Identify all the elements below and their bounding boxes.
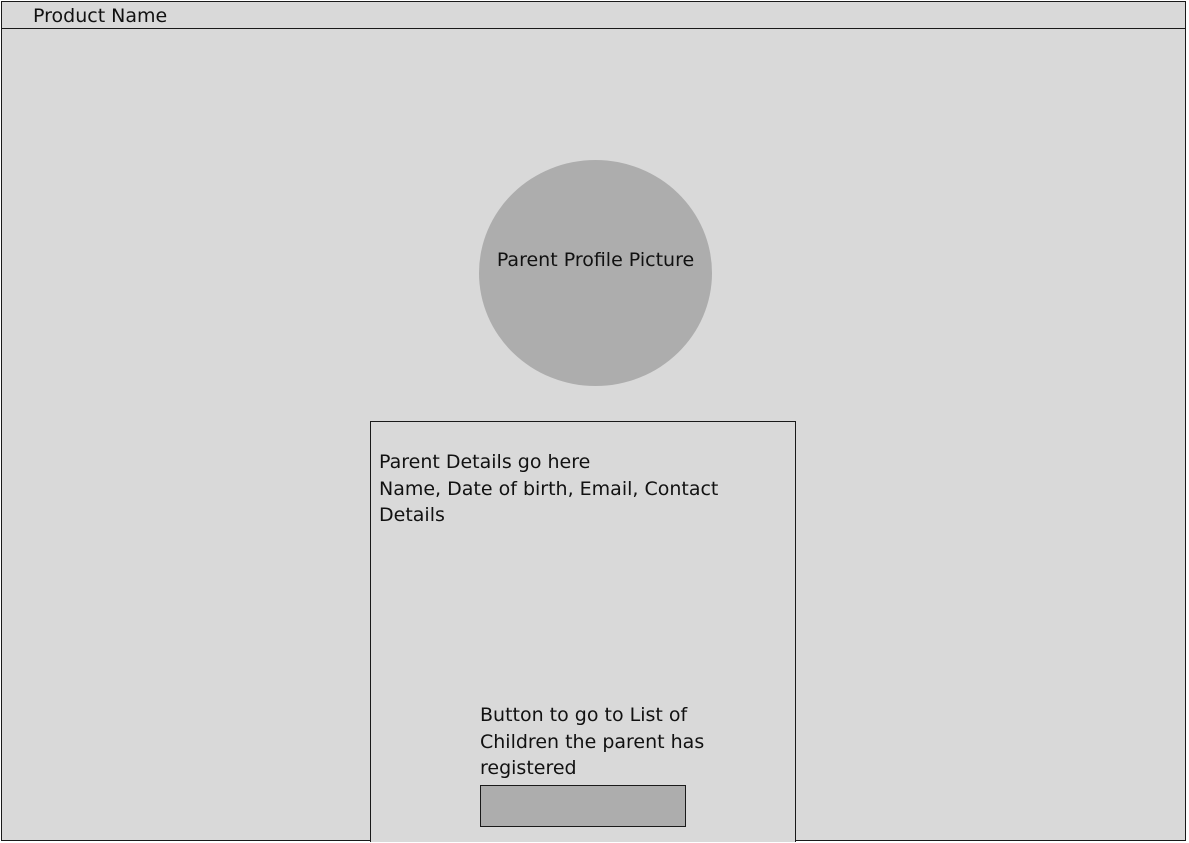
parent-details-text: Parent Details go here Name, Date of bir… [379, 449, 779, 529]
parent-details-heading: Parent Details go here [379, 451, 591, 473]
parent-profile-picture[interactable]: Parent Profile Picture [479, 160, 712, 386]
children-button-caption: Button to go to List of Children the par… [480, 704, 705, 779]
app-window: Product Name Parent Profile Picture Pare… [1, 1, 1186, 842]
parent-details-panel: Parent Details go here Name, Date of bir… [370, 421, 796, 842]
product-name: Product Name [33, 5, 168, 27]
children-list-button[interactable] [480, 785, 686, 827]
profile-picture-label: Parent Profile Picture [496, 249, 695, 271]
header-bar: Product Name [2, 2, 1185, 29]
parent-details-fields: Name, Date of birth, Email, Contact Deta… [379, 477, 719, 527]
